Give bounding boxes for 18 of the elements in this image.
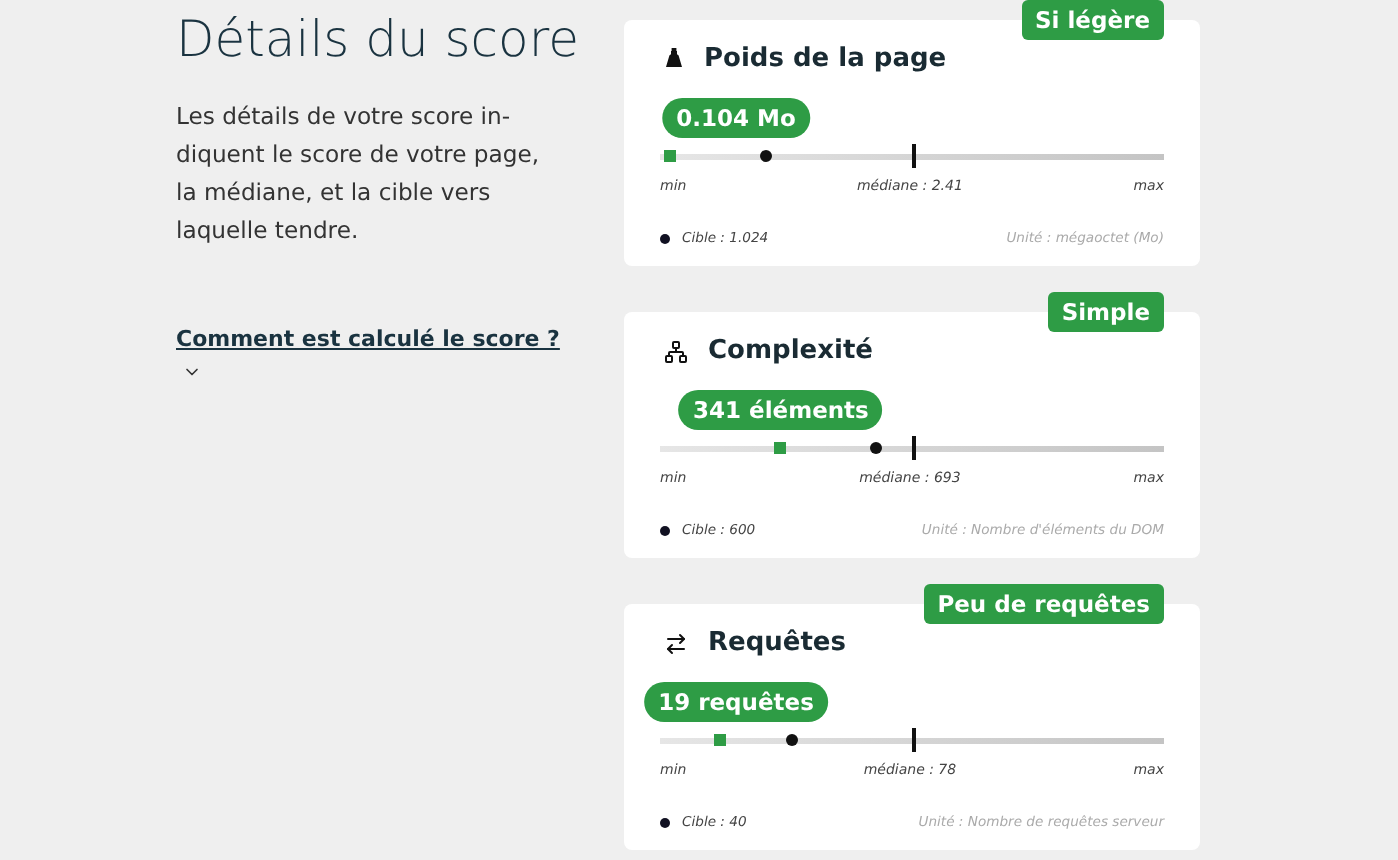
rating-badge: Peu de requêtes <box>923 584 1164 624</box>
score-bubble: 19 requêtes <box>644 682 828 722</box>
swap-arrows-icon <box>664 631 688 655</box>
target-dot-icon <box>660 817 670 827</box>
intro-text: Les détails de votre score in-diquent le score de votre page, la médiane, et la cible vers laquelle tendre. <box>176 100 542 248</box>
target-dot-icon <box>660 525 670 535</box>
card-title: Requêtes <box>708 628 846 658</box>
score-bubble: 341 éléments <box>679 390 883 430</box>
rating-badge: Simple <box>1047 292 1164 332</box>
weight-icon <box>664 48 684 70</box>
sitemap-icon <box>664 339 688 363</box>
rating-badge: Si légère <box>1021 0 1164 40</box>
page-title: Détails du score <box>176 9 579 67</box>
target-dot-icon <box>660 233 670 243</box>
help-link[interactable]: Comment est calculé le score ? <box>176 326 560 356</box>
score-bubble: 0.104 Mo <box>662 98 810 138</box>
card-title: Complexité <box>708 336 873 366</box>
card-title: Poids de la page <box>704 44 947 74</box>
